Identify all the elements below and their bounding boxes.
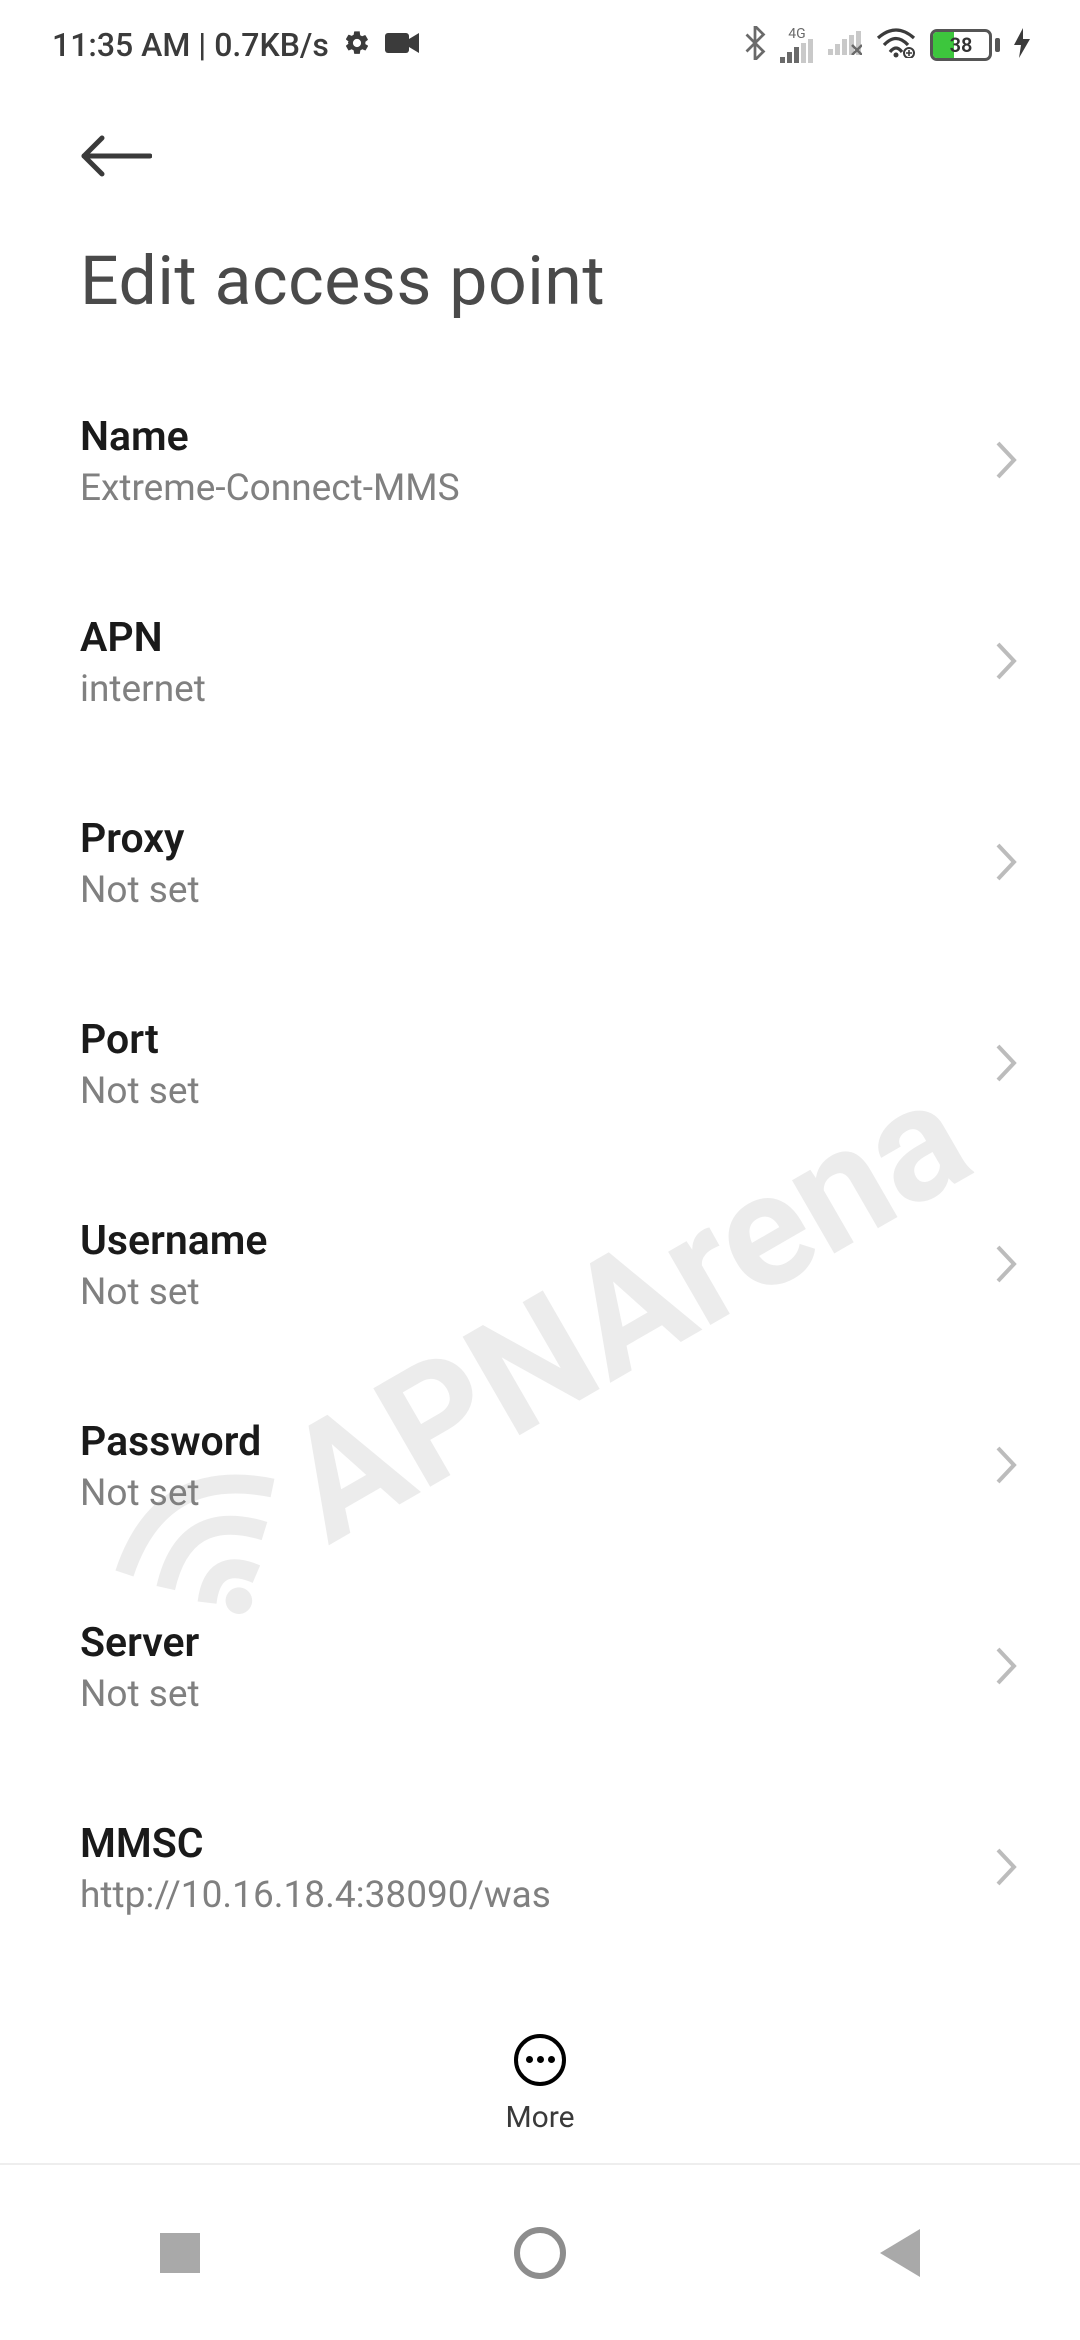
chevron-right-icon	[994, 1444, 1020, 1490]
back-arrow-icon	[80, 135, 152, 177]
status-right: 4G	[744, 26, 1030, 64]
setting-value: Extreme-Connect-MMS	[80, 467, 460, 510]
setting-item-name[interactable]: Name Extreme-Connect-MMS	[0, 361, 1080, 562]
triangle-back-icon	[880, 2229, 920, 2277]
setting-value: Not set	[80, 1472, 261, 1515]
chevron-right-icon	[994, 1846, 1020, 1892]
bluetooth-icon	[744, 26, 766, 64]
battery-icon: 38	[930, 29, 1000, 61]
setting-item-server[interactable]: Server Not set	[0, 1567, 1080, 1768]
settings-gear-icon	[343, 29, 371, 61]
setting-item-apn[interactable]: APN internet	[0, 562, 1080, 763]
chevron-right-icon	[994, 1042, 1020, 1088]
time-text: 11:35 AM	[52, 26, 190, 64]
settings-list-inner: Name Extreme-Connect-MMS APN internet Pr…	[0, 361, 1080, 2121]
navigation-bar	[0, 2165, 1080, 2340]
setting-value: http://10.16.18.4:38090/was	[80, 1874, 551, 1917]
setting-label: Server	[80, 1619, 200, 1667]
battery-percent: 38	[933, 33, 989, 57]
setting-value: Not set	[80, 869, 200, 912]
more-label: More	[505, 2100, 574, 2135]
setting-value: Not set	[80, 1673, 200, 1716]
status-left: 11:35 AM | 0.7KB/s	[52, 26, 419, 64]
setting-item-username[interactable]: Username Not set	[0, 1165, 1080, 1366]
wifi-icon	[876, 28, 916, 62]
nav-back-button[interactable]	[800, 2203, 1000, 2303]
setting-value: internet	[80, 668, 206, 711]
chevron-right-icon	[994, 1243, 1020, 1289]
nav-recents-button[interactable]	[80, 2203, 280, 2303]
back-button[interactable]	[80, 135, 152, 181]
status-time: 11:35 AM | 0.7KB/s	[52, 26, 329, 64]
more-icon	[514, 2034, 566, 2086]
status-data-rate: 0.7KB/s	[214, 26, 329, 64]
nav-home-button[interactable]	[440, 2203, 640, 2303]
chevron-right-icon	[994, 841, 1020, 887]
setting-value: Not set	[80, 1271, 267, 1314]
circle-icon	[514, 2227, 566, 2279]
settings-list: APNArena Name Extreme-Connect-MMS APN in…	[0, 361, 1080, 2121]
charging-bolt-icon	[1014, 28, 1030, 62]
setting-label: Username	[80, 1217, 267, 1265]
chevron-right-icon	[994, 1645, 1020, 1691]
chevron-right-icon	[994, 640, 1020, 686]
setting-label: APN	[80, 614, 206, 662]
square-icon	[160, 2233, 200, 2273]
status-bar: 11:35 AM | 0.7KB/s 4G	[0, 0, 1080, 90]
setting-item-mmsc[interactable]: MMSC http://10.16.18.4:38090/was	[0, 1768, 1080, 1969]
camera-icon	[385, 31, 419, 59]
setting-label: Port	[80, 1016, 200, 1064]
setting-value: Not set	[80, 1070, 200, 1113]
setting-item-password[interactable]: Password Not set	[0, 1366, 1080, 1567]
chevron-right-icon	[994, 439, 1020, 485]
setting-label: Password	[80, 1418, 261, 1466]
setting-label: MMSC	[80, 1820, 551, 1868]
cellular-signal-2-icon	[828, 31, 862, 59]
page-title: Edit access point	[0, 191, 1080, 361]
setting-label: Name	[80, 413, 460, 461]
header-row	[0, 90, 1080, 191]
setting-item-proxy[interactable]: Proxy Not set	[0, 763, 1080, 964]
status-separator: |	[198, 26, 206, 64]
setting-label: Proxy	[80, 815, 200, 863]
setting-item-port[interactable]: Port Not set	[0, 964, 1080, 1165]
more-button[interactable]: More	[0, 2005, 1080, 2165]
cellular-signal-1-icon: 4G	[780, 27, 814, 63]
